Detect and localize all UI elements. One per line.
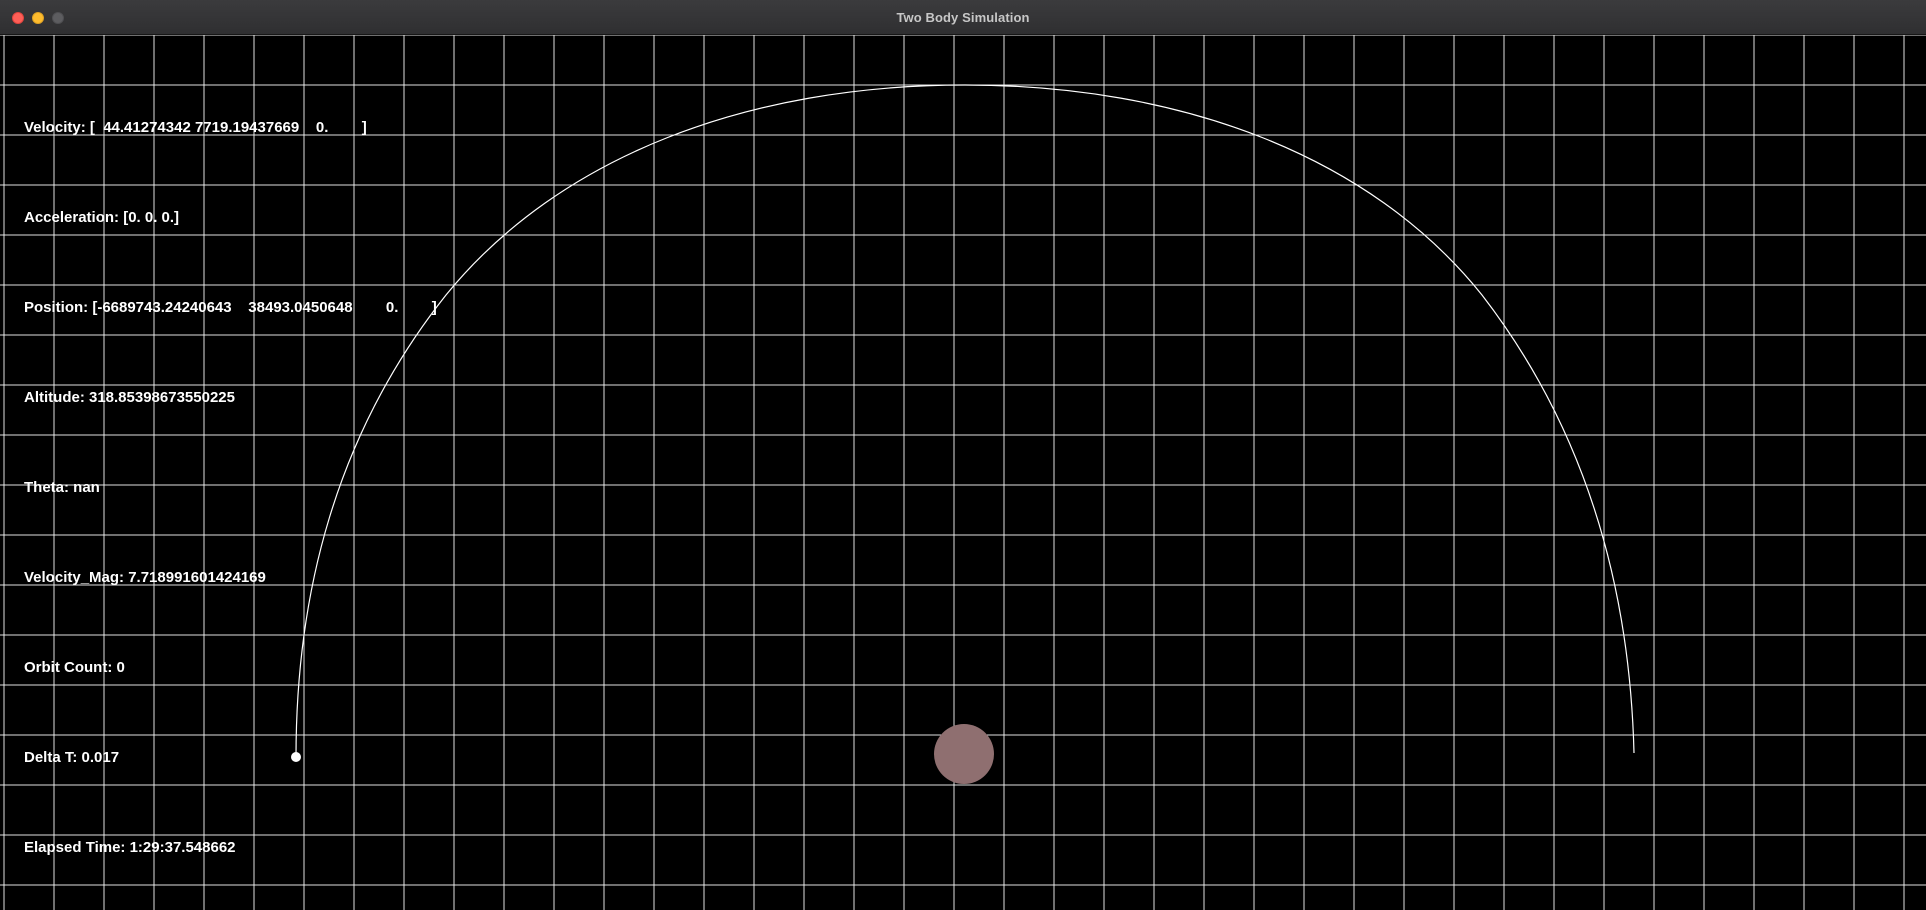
planet-body	[934, 724, 994, 784]
window-title: Two Body Simulation	[896, 10, 1030, 25]
acceleration-readout: Acceleration: [0. 0. 0.]	[24, 209, 180, 226]
altitude-readout: Altitude: 318.85398673550225	[24, 389, 235, 406]
elapsed-time-readout: Elapsed Time: 1:29:37.548662	[24, 839, 236, 856]
orbit-trail	[295, 84, 1635, 758]
simulation-window: Two Body Simulation Velocity: [ 44.41274…	[0, 0, 1926, 910]
simulation-canvas[interactable]: Velocity: [ 44.41274342 7719.19437669 0.…	[0, 35, 1926, 910]
delta-t-readout: Delta T: 0.017	[24, 749, 120, 766]
theta-readout: Theta: nan	[24, 479, 100, 496]
velocity-readout: Velocity: [ 44.41274342 7719.19437669 0.…	[24, 119, 367, 136]
velocity-magnitude-readout: Velocity_Mag: 7.718991601424169	[24, 569, 266, 586]
position-readout: Position: [-6689743.24240643 38493.04506…	[24, 299, 437, 316]
window-titlebar[interactable]: Two Body Simulation	[0, 0, 1926, 35]
telemetry-panel: Velocity: [ 44.41274342 7719.19437669 0.…	[24, 53, 437, 910]
orbit-count-readout: Orbit Count: 0	[24, 659, 125, 676]
